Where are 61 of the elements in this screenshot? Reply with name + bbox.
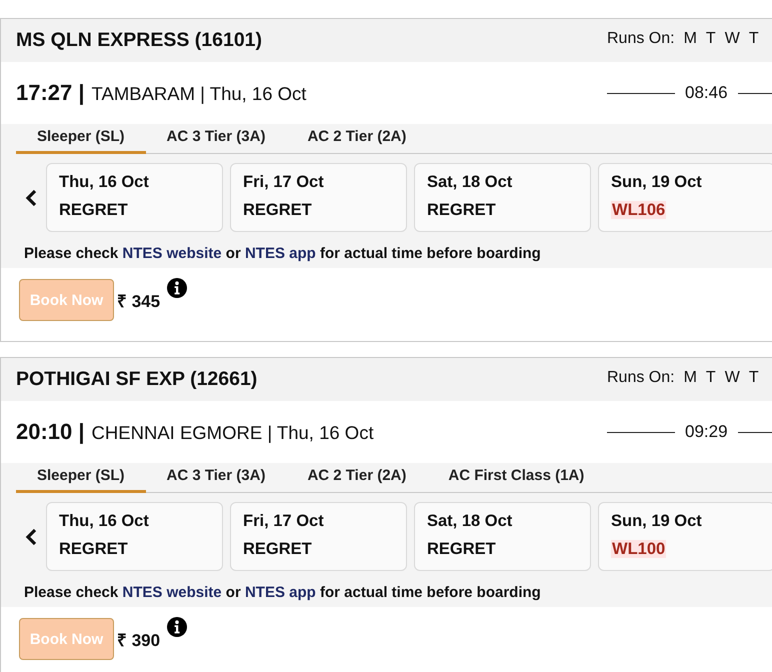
ntes-link[interactable]: NTES app <box>244 584 316 601</box>
runs-on-label: Runs On: <box>607 30 675 48</box>
runs-on-label: Runs On: <box>607 368 675 386</box>
class-tab[interactable]: AC 3 Tier (3A) <box>146 463 286 493</box>
run-day: T <box>706 368 716 386</box>
travel-date: Sat, 18 Oct <box>427 511 514 531</box>
availability-card[interactable]: Sun, 19 Oct WL100 <box>598 502 772 571</box>
travel-date: Sat, 18 Oct <box>427 172 514 192</box>
boarding-note: Please check NTES website or NTES app for actual time before boarding <box>23 583 542 603</box>
travel-date: Sun, 19 Oct <box>611 172 703 192</box>
run-day: T <box>706 30 716 48</box>
fare-amount: ₹ 390 <box>117 630 160 650</box>
availability-status: WL106 <box>611 201 666 219</box>
travel-date: Thu, 16 Oct <box>59 511 150 531</box>
class-tab[interactable]: Sleeper (SL) <box>16 124 146 154</box>
availability-card[interactable]: Thu, 16 Oct REGRET <box>46 502 223 571</box>
station-date: CHENNAI EGMORE | Thu, 16 Oct <box>92 422 374 444</box>
availability-status: REGRET <box>59 201 128 219</box>
travel-date: Sun, 19 Oct <box>611 511 703 531</box>
availability-status: WL100 <box>611 540 666 558</box>
info-icon[interactable] <box>167 278 188 298</box>
run-day: M <box>684 368 697 386</box>
availability-card[interactable]: Sat, 18 Oct REGRET <box>414 163 591 232</box>
travel-date: Thu, 16 Oct <box>59 172 150 192</box>
travel-date: Fri, 17 Oct <box>243 511 325 531</box>
run-day: M <box>684 30 697 48</box>
journey-duration: 09:29 <box>685 422 728 442</box>
availability-status: REGRET <box>427 201 496 219</box>
ntes-link[interactable]: NTES website <box>122 584 222 601</box>
train-name: MS QLN EXPRESS (16101) <box>16 29 263 52</box>
travel-date: Fri, 17 Oct <box>243 172 325 192</box>
class-tab[interactable]: AC 2 Tier (2A) <box>286 463 428 493</box>
class-tab[interactable]: AC 3 Tier (3A) <box>146 124 286 154</box>
availability-status: REGRET <box>243 540 312 558</box>
station-date: TAMBARAM | Thu, 16 Oct <box>92 83 306 105</box>
ntes-link[interactable]: NTES website <box>122 245 222 262</box>
availability-card[interactable]: Fri, 17 Oct REGRET <box>230 502 407 571</box>
run-day: W <box>724 30 740 48</box>
availability-card[interactable]: Sun, 19 Oct WL106 <box>598 163 772 232</box>
journey-duration: 08:46 <box>685 83 728 103</box>
run-day: T <box>748 30 759 48</box>
availability-card[interactable]: Thu, 16 Oct REGRET <box>46 163 223 232</box>
ntes-link[interactable]: NTES app <box>244 245 316 262</box>
availability-status: REGRET <box>427 540 496 558</box>
availability-card[interactable]: Sat, 18 Oct REGRET <box>414 502 591 571</box>
class-tab[interactable]: AC First Class (1A) <box>427 463 606 493</box>
info-icon[interactable] <box>167 617 188 637</box>
chevron-left-icon[interactable] <box>25 528 37 546</box>
availability-status: REGRET <box>243 201 312 219</box>
chevron-left-icon[interactable] <box>25 188 37 206</box>
availability-card[interactable]: Fri, 17 Oct REGRET <box>230 163 407 232</box>
departure-time: 17:27 | <box>16 80 85 106</box>
departure-time: 20:10 | <box>16 419 85 445</box>
class-tab[interactable]: AC 2 Tier (2A) <box>286 124 428 154</box>
availability-status: REGRET <box>59 540 128 558</box>
boarding-note: Please check NTES website or NTES app for actual time before boarding <box>23 244 542 264</box>
class-tab[interactable]: Sleeper (SL) <box>16 463 146 493</box>
run-day: T <box>748 368 759 386</box>
run-day: W <box>724 368 740 386</box>
train-name: POTHIGAI SF EXP (12661) <box>16 368 258 391</box>
fare-amount: ₹ 345 <box>117 290 160 312</box>
